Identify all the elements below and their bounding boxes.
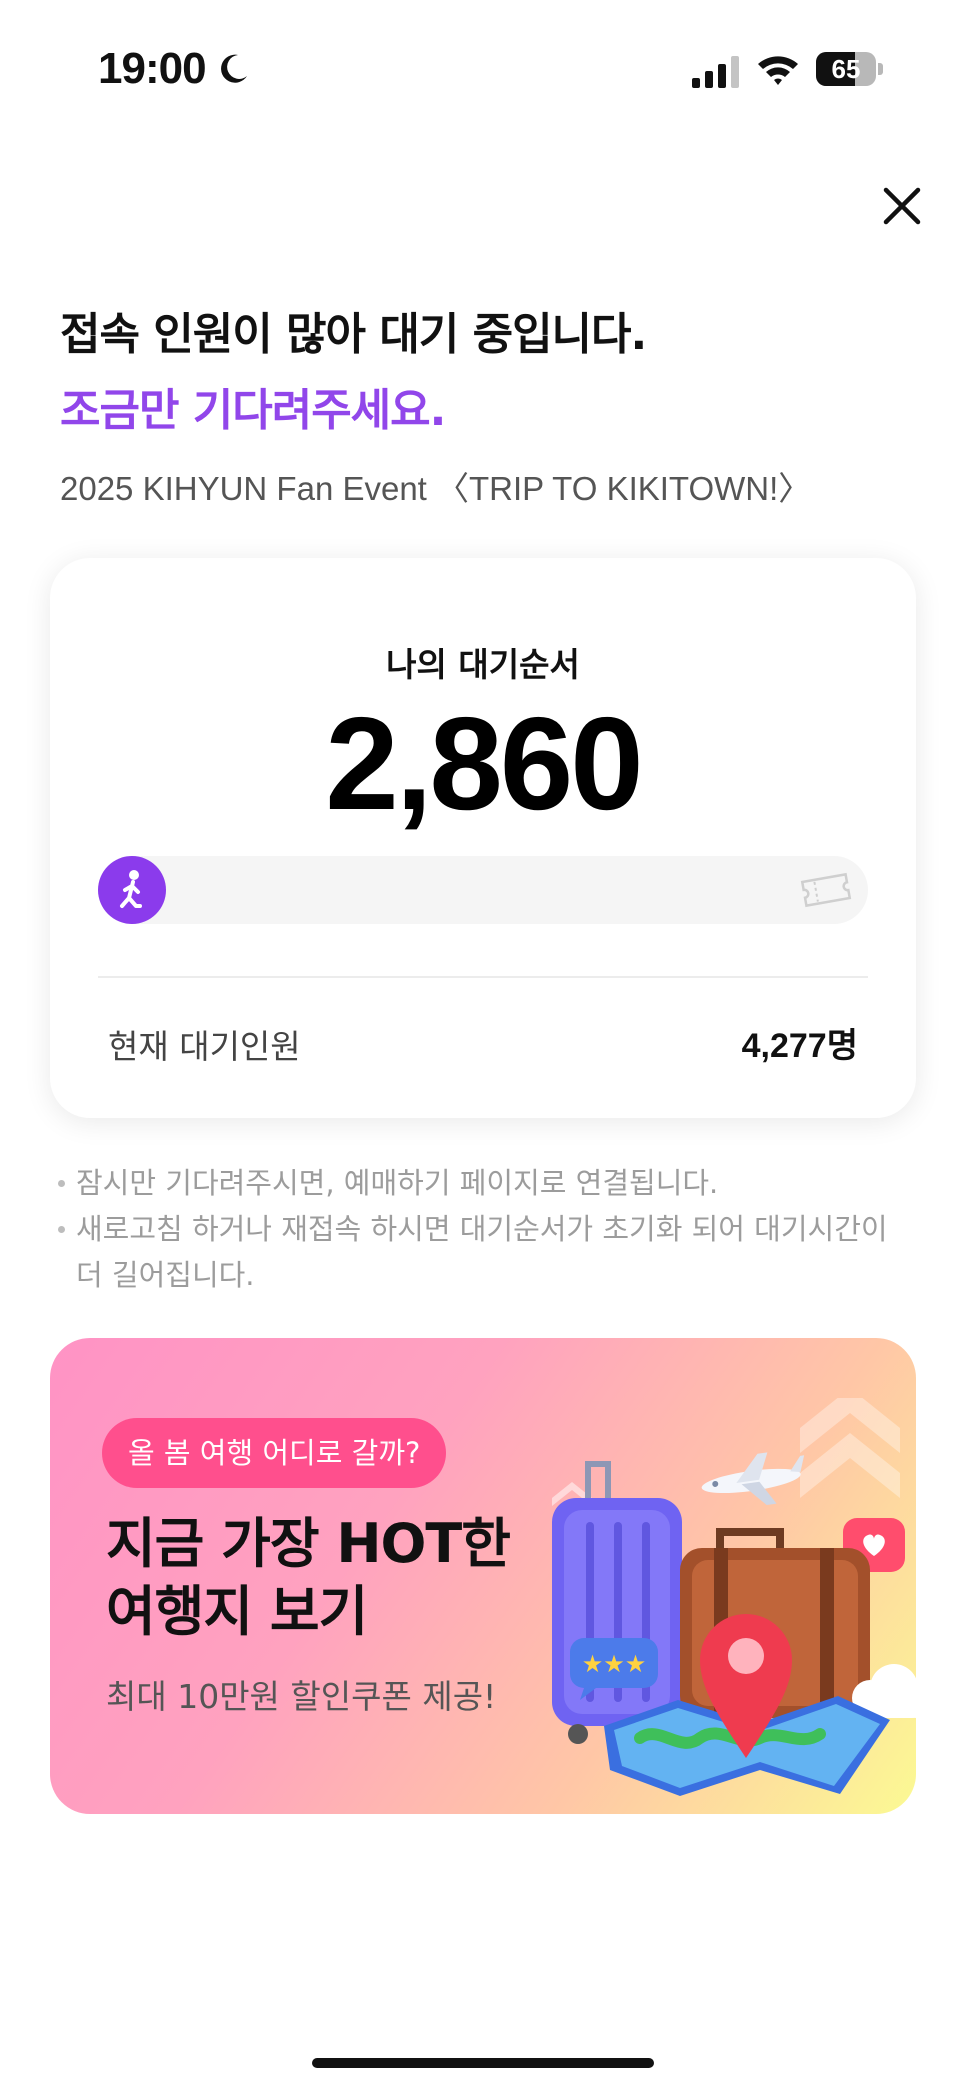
signal-icon	[692, 56, 739, 88]
battery-percent: 65	[831, 54, 861, 84]
walking-person-icon	[98, 856, 166, 924]
banner-tag: 올 봄 여행 어디로 갈까?	[102, 1418, 447, 1488]
queue-position-number: 2,860	[325, 690, 643, 837]
banner-title: 지금 가장 HOT한 여행지 보기	[106, 1510, 511, 1646]
status-time: 19:00	[98, 44, 207, 93]
event-name: 2025 KIHYUN Fan Event 〈TRIP TO KIKITOWN!…	[60, 470, 812, 507]
queue-progress-bar	[98, 856, 868, 924]
home-indicator[interactable]	[312, 2058, 654, 2068]
current-waiting-count: 4,277명	[741, 1027, 858, 1065]
banner-title-line2: 여행지 보기	[106, 1580, 368, 1643]
notice-list: 잠시만 기다려주시면, 예매하기 페이지로 연결됩니다. 새로고침 하거나 재접…	[56, 1160, 896, 1298]
notice-item: 새로고침 하거나 재접속 하시면 대기순서가 초기화 되어 대기시간이 더 길어…	[56, 1206, 896, 1298]
card-divider	[98, 976, 868, 978]
close-icon[interactable]	[880, 184, 924, 228]
wifi-icon	[758, 56, 798, 85]
banner-title-line1: 지금 가장 HOT한	[106, 1512, 511, 1575]
current-waiting-label: 현재 대기인원	[108, 1027, 301, 1066]
page-subtitle: 조금만 기다려주세요.	[60, 385, 446, 436]
banner-subtitle: 최대 10만원 할인쿠폰 제공!	[106, 1677, 497, 1716]
page-title: 접속 인원이 많아 대기 중입니다.	[60, 309, 647, 360]
status-bar: 19:00 65	[0, 0, 966, 140]
notice-item: 잠시만 기다려주시면, 예매하기 페이지로 연결됩니다.	[56, 1160, 896, 1206]
queue-card: 나의 대기순서 2,860 현재 대기인원 4,277명	[50, 558, 916, 1118]
travel-illustration-icon: ★★★	[552, 1398, 916, 1796]
ticket-icon	[800, 872, 852, 908]
battery-icon: 65	[816, 52, 884, 88]
travel-banner[interactable]: 올 봄 여행 어디로 갈까? 지금 가장 HOT한 여행지 보기 최대 10만원…	[50, 1338, 916, 1814]
svg-text:★★★: ★★★	[582, 1650, 647, 1678]
moon-icon	[221, 54, 247, 83]
queue-position-label: 나의 대기순서	[386, 645, 580, 684]
